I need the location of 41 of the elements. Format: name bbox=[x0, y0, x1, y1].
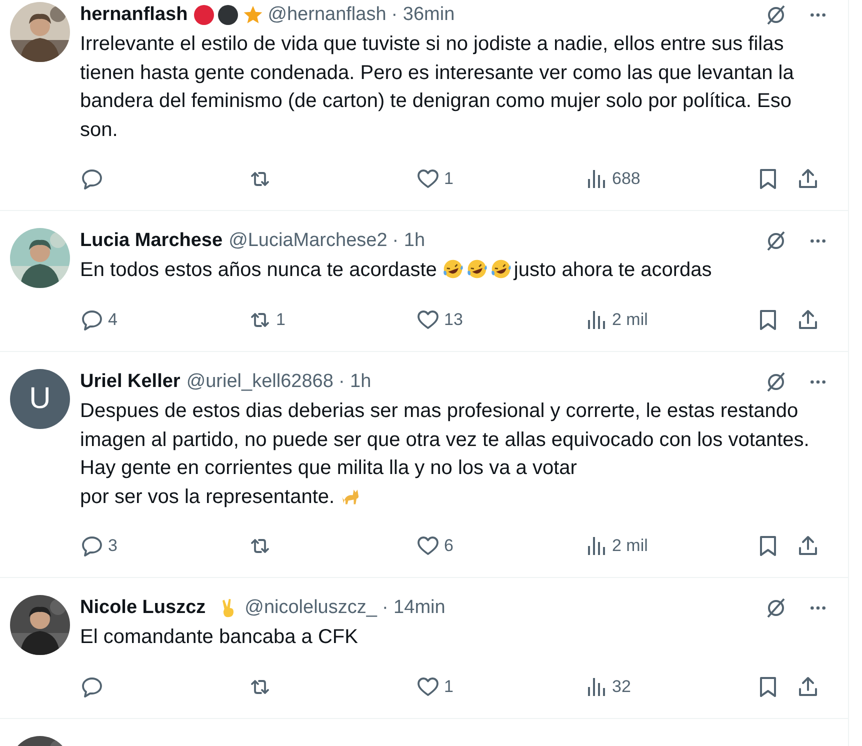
author-handle[interactable]: @uriel_kell62868 bbox=[186, 370, 334, 393]
heart-icon bbox=[416, 308, 440, 332]
author-name[interactable]: hernanflash bbox=[80, 4, 188, 26]
author-handle[interactable]: @hernanflash bbox=[268, 4, 386, 26]
post-time[interactable]: · 1h bbox=[338, 370, 372, 393]
speech-bubble-icon bbox=[80, 534, 104, 558]
author-name[interactable]: Lucia Marchese bbox=[80, 230, 223, 252]
author-handle[interactable]: @LuciaMarchese2 bbox=[228, 230, 388, 252]
star-icon bbox=[242, 4, 264, 26]
speech-bubble-icon bbox=[80, 167, 104, 192]
post-time[interactable]: · 14min bbox=[382, 597, 446, 620]
views-button[interactable]: 32 bbox=[584, 674, 752, 699]
retweet-button[interactable]: 1 bbox=[248, 308, 416, 332]
speech-bubble-icon bbox=[80, 674, 104, 699]
speech-bubble-icon bbox=[80, 308, 104, 332]
heart-icon bbox=[416, 674, 440, 699]
post-text: En todos estos años nunca te acordaste bbox=[80, 259, 437, 282]
laughing-face-icon bbox=[490, 258, 512, 280]
like-button[interactable]: 13 bbox=[416, 308, 584, 332]
post-time[interactable]: · 1h bbox=[392, 230, 426, 252]
views-button[interactable]: 2 mil bbox=[584, 534, 752, 558]
letter-avatar[interactable]: U bbox=[10, 368, 70, 429]
views-button[interactable]: 688 bbox=[584, 167, 752, 192]
laughing-face-icon bbox=[442, 258, 464, 280]
like-button[interactable]: 1 bbox=[416, 674, 584, 699]
post-text: El comandante bancaba a CFK bbox=[80, 626, 358, 648]
author-name[interactable]: Nicole Luszcz bbox=[80, 597, 206, 620]
laughing-face-icon bbox=[466, 258, 488, 280]
views-button[interactable]: 2 mil bbox=[584, 308, 752, 332]
post-text: por ser vos la representante. bbox=[80, 486, 335, 508]
share-icon bbox=[796, 674, 820, 699]
like-button[interactable]: 6 bbox=[416, 534, 584, 558]
author-handle[interactable]: @nicoleluszcz_ bbox=[244, 597, 377, 620]
post-time[interactable]: · 36min bbox=[391, 4, 455, 26]
author-name[interactable]: Uriel Keller bbox=[80, 370, 180, 393]
reply-button[interactable]: 4 bbox=[80, 308, 248, 332]
post-text: justo ahora te acordas bbox=[514, 259, 712, 282]
share-icon bbox=[796, 308, 820, 332]
post-text: Irrelevante el estilo de vida que tuviste si no jodiste a nadie, ellos entre sus filas tienen hasta gente condenada. Pero es interesante ver como las que levantan la bandera del feminismo (de carton) te denigran como mujer solo por política. Eso son. bbox=[80, 33, 794, 141]
reply-button[interactable]: 3 bbox=[80, 534, 248, 558]
like-button[interactable]: 1 bbox=[416, 167, 584, 192]
